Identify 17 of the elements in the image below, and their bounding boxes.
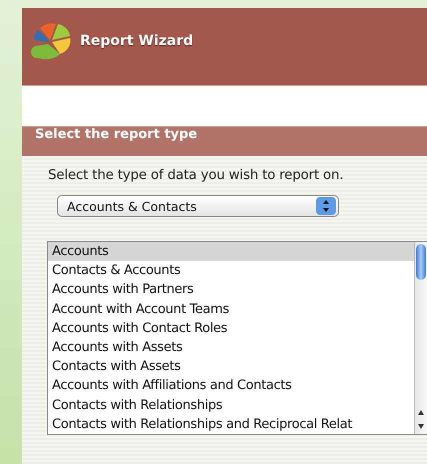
list-item[interactable]: Contacts with Relationships and Reciprocal Relat (48, 414, 414, 434)
list-item[interactable]: Contacts & Accounts (48, 261, 414, 280)
section-header: Select the report type (22, 126, 427, 156)
dropdown-arrows-icon (316, 197, 336, 215)
list-item[interactable]: Accounts with Partners (48, 280, 414, 300)
list-item[interactable]: Accounts with Assets (48, 338, 414, 358)
scroll-thumb[interactable] (416, 244, 426, 280)
list-item[interactable]: Accounts with Affiliations and Contacts (48, 376, 414, 396)
window-title: Report Wizard (80, 32, 194, 48)
instruction-text: Select the type of data you wish to report on. (48, 168, 344, 183)
list-item[interactable]: Accounts with Contact Roles (48, 318, 414, 338)
list-item[interactable]: Contacts with Relationships (48, 396, 414, 415)
list-item[interactable]: Contacts with Assets (48, 357, 414, 376)
category-dropdown[interactable]: Accounts & Contacts (57, 195, 339, 217)
list-item[interactable]: Account with Account Teams (48, 300, 414, 319)
list-item[interactable]: Accounts (48, 242, 414, 262)
scrollbar[interactable] (414, 242, 427, 434)
